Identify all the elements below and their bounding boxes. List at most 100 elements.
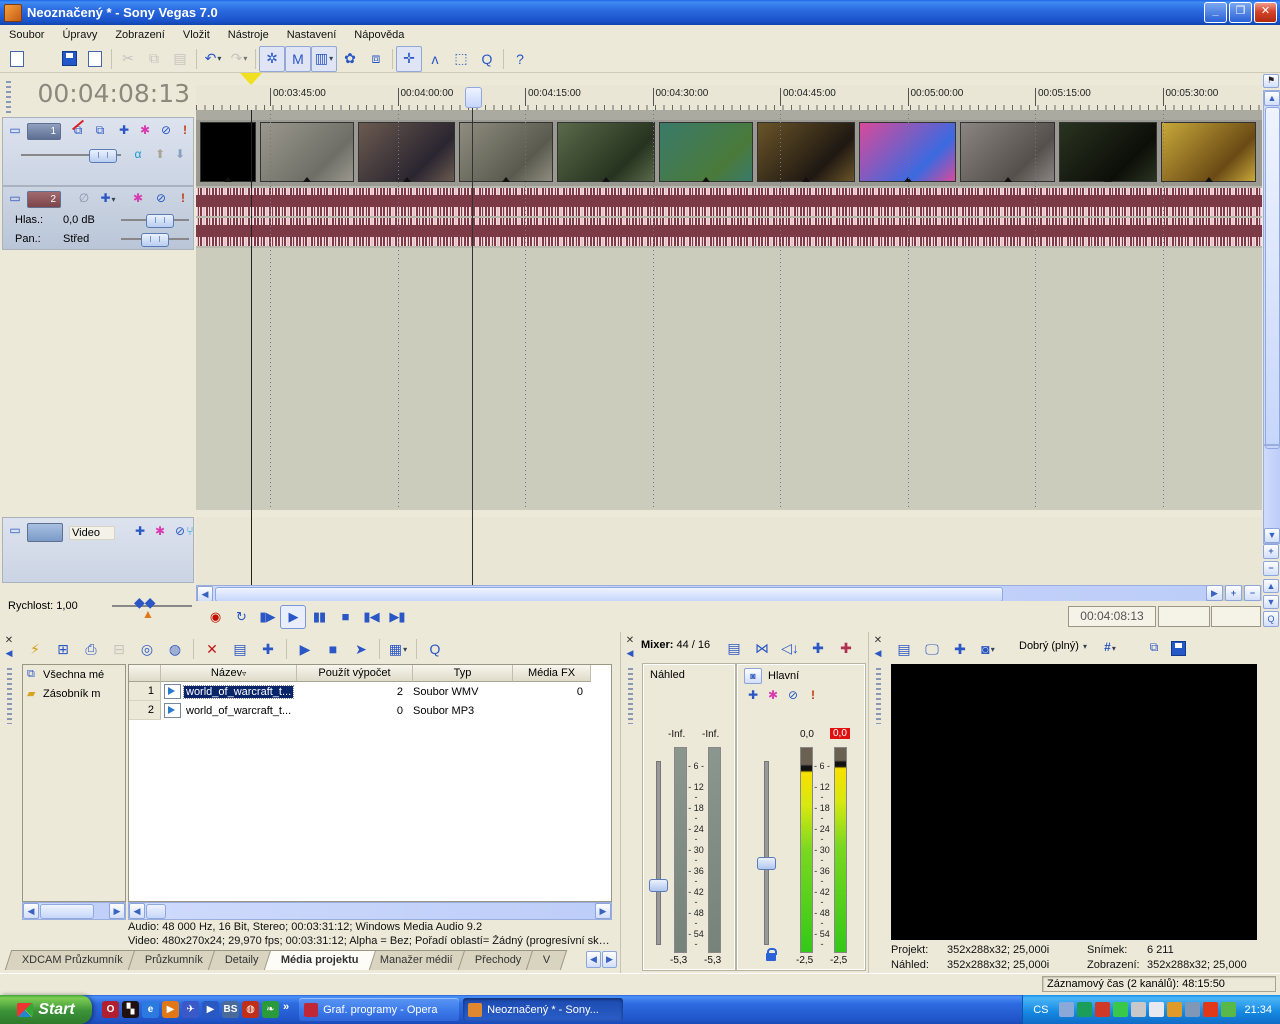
tree-scroll-right-icon[interactable]: ▶ [109, 903, 125, 919]
column-header-Média FX[interactable]: Média FX [513, 665, 591, 682]
cursor-handle[interactable] [465, 87, 482, 108]
preview-stop-icon[interactable]: ■ [320, 636, 346, 662]
quick-app2-icon[interactable]: ▚ [122, 1001, 139, 1018]
close-button[interactable]: ✕ [1254, 2, 1277, 23]
capture-video-icon[interactable]: ⎙ [78, 636, 104, 662]
tab-v[interactable]: V [526, 950, 568, 970]
auto-crossfades-icon[interactable]: M [285, 46, 311, 72]
make-child-icon[interactable]: ⬆ [151, 146, 169, 162]
video-track-number[interactable]: 1 [27, 123, 61, 140]
save-icon[interactable] [56, 46, 82, 72]
envelope-edit-tool-icon[interactable]: ʌ [422, 46, 448, 72]
panel-close-icon[interactable]: ✕ [2, 634, 16, 647]
marker-flag-icon[interactable] [240, 73, 262, 85]
tab-mana-er-m-di-[interactable]: Manažer médií [363, 950, 470, 970]
dim-output-icon[interactable]: ◁↓ [777, 635, 803, 661]
media-properties-icon[interactable]: ▤ [227, 636, 253, 662]
project-properties-icon[interactable] [82, 46, 108, 72]
main-fader-track[interactable] [764, 761, 769, 945]
column-header-Název[interactable]: Název ▿ [161, 665, 297, 682]
track-fx-icon[interactable]: ✚▾ [99, 190, 117, 206]
quick-nero-icon[interactable]: ❧ [262, 1001, 279, 1018]
zoom-in-track-icon[interactable]: + [1263, 544, 1279, 559]
track-fx-icon[interactable]: ✚ [115, 122, 133, 138]
bus-automation-icon[interactable]: ✱ [151, 523, 169, 539]
tray-icon-10[interactable] [1221, 1002, 1236, 1017]
panel-close-icon[interactable]: ✕ [623, 634, 637, 647]
tab-m-dia-projektu[interactable]: Média projektu [263, 950, 375, 970]
zoom-out-track-icon[interactable]: − [1263, 561, 1279, 576]
tab-pr-zkumn-k[interactable]: Průzkumník [128, 950, 221, 970]
vscroll-thumb[interactable] [1265, 107, 1280, 449]
timecode-grip[interactable] [6, 81, 11, 113]
section-divider[interactable] [196, 510, 1262, 517]
title-bar[interactable]: Neoznačený * - Sony Vegas 7.0 _ ❐ ✕ [0, 0, 1280, 25]
selection-edit-tool-icon[interactable]: ⬚ [448, 46, 474, 72]
track-minimize-icon[interactable]: ▭ [6, 190, 24, 206]
split-screen-icon[interactable]: ◙▾ [975, 636, 1001, 662]
tray-icon-8[interactable] [1185, 1002, 1200, 1017]
tab-xdcam-pr-zkumn-k[interactable]: XDCAM Průzkumník [5, 950, 140, 970]
hscroll-thumb[interactable] [215, 587, 1003, 602]
go-to-end-button[interactable]: ▶▮ [384, 605, 410, 629]
main-mute-icon[interactable]: ⊘ [784, 687, 802, 703]
taskbar-button[interactable]: Graf. programy - Opera [299, 998, 459, 1021]
go-to-start-button[interactable]: ▮◀ [358, 605, 384, 629]
mute-icon[interactable]: ⊘ [157, 122, 175, 138]
main-peak-right[interactable]: 0,0 [830, 728, 850, 739]
preview-cursor-icon[interactable]: ➤ [348, 636, 374, 662]
scroll-up-icon[interactable]: ▲ [1264, 91, 1280, 106]
list-scroll-right-icon[interactable]: ▶ [595, 903, 611, 919]
menu-nápověda[interactable]: Nápověda [345, 27, 413, 43]
solo-icon[interactable]: ! [174, 190, 192, 206]
preview-quality-dropdown[interactable]: Dobrý (plný) ▾ [1019, 640, 1087, 652]
automation-settings-icon[interactable]: ✱ [136, 122, 154, 138]
volume-handle[interactable] [146, 214, 174, 228]
play-from-start-button[interactable]: ▮▶ [254, 605, 280, 629]
loop-playback-button[interactable]: ↻ [228, 605, 254, 629]
list-scroll-left-icon[interactable]: ◀ [129, 903, 145, 919]
transport-timecode[interactable]: 00:04:08:13 [1068, 606, 1156, 627]
stop-button[interactable]: ■ [332, 605, 358, 629]
media-name-cell[interactable]: world_of_warcraft_t... [161, 701, 297, 720]
minimize-button[interactable]: _ [1204, 2, 1227, 23]
tree-hscrollbar[interactable]: ◀ ▶ [22, 902, 126, 920]
search-media-icon[interactable]: Q [422, 636, 448, 662]
tray-icon-6[interactable] [1149, 1002, 1164, 1017]
mixer-properties-icon[interactable]: ▤ [721, 635, 747, 661]
scroll-left-icon[interactable]: ◀ [197, 586, 213, 602]
tabs-scroll-right-icon[interactable]: ▶ [602, 951, 617, 968]
timeline-vscrollbar[interactable]: ▲ ▼ [1263, 90, 1280, 544]
restore-button[interactable]: ❐ [1229, 2, 1252, 23]
lock-envelopes-icon[interactable]: ✿ [337, 46, 363, 72]
quick-ie-icon[interactable]: e [142, 1001, 159, 1018]
copy-snapshot-icon[interactable]: ⧉ [1145, 639, 1163, 655]
undo-icon[interactable]: ↶▾ [200, 46, 226, 72]
remove-media-icon[interactable]: ✕ [199, 636, 225, 662]
insert-assignable-fx-icon[interactable]: ✚ [833, 635, 859, 661]
menu-soubor[interactable]: Soubor [0, 27, 53, 43]
preview-fader-track[interactable] [656, 761, 661, 945]
time-ruler[interactable]: 00:03:45:0000:04:00:0000:04:15:0000:04:3… [196, 85, 1262, 111]
selection-start-box[interactable] [1158, 606, 1210, 627]
quick-launch-chevron[interactable]: » [283, 1001, 289, 1013]
main-automation-icon[interactable]: ✱ [764, 687, 782, 703]
bus-scroll-up-icon[interactable]: ▲ [1263, 579, 1279, 593]
overlays-icon[interactable]: #▾ [1101, 639, 1119, 655]
quick-app5-icon[interactable]: ✈ [182, 1001, 199, 1018]
quick-bs-icon[interactable]: BS [222, 1001, 239, 1018]
video-bus-lane[interactable] [196, 517, 1262, 585]
preview-play-icon[interactable]: ▶ [292, 636, 318, 662]
marker-tool-icon[interactable]: ⚑ [1263, 74, 1279, 88]
preview-fader-handle[interactable] [649, 879, 668, 892]
auto-ripple-icon[interactable]: ▥▾ [311, 46, 337, 72]
bus-minimize-icon[interactable]: ▭ [6, 522, 24, 538]
save-snapshot-icon[interactable] [1171, 641, 1186, 656]
tree-scroll-left-icon[interactable]: ◀ [23, 903, 39, 919]
make-parent-icon[interactable]: ⬇ [171, 146, 189, 162]
media-tree-item[interactable]: ⧉Všechna mé [23, 665, 125, 684]
panel-close-icon[interactable]: ✕ [871, 634, 885, 647]
start-button[interactable]: Start [0, 995, 92, 1024]
bypass-motion-blur-icon[interactable]: ⧉ [69, 122, 87, 138]
quick-media-icon[interactable]: ▶ [162, 1001, 179, 1018]
